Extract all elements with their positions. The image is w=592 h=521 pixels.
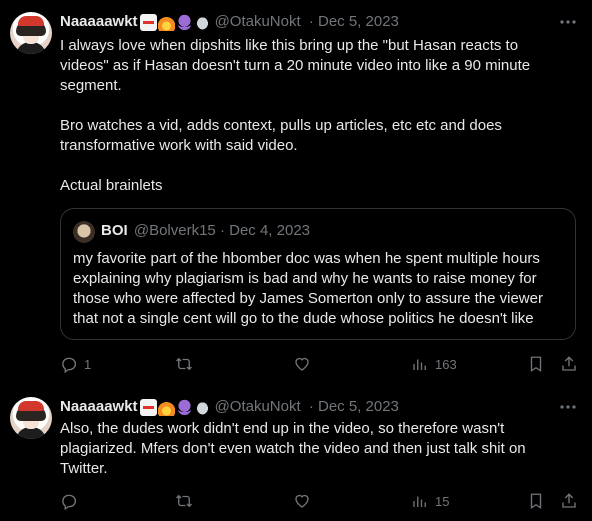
avatar[interactable] bbox=[10, 12, 52, 54]
quote-author-name: BOI bbox=[101, 222, 128, 239]
analytics-icon bbox=[413, 496, 426, 507]
quote-header: BOI @Bolverk15 · Dec 4, 2023 bbox=[101, 221, 310, 241]
share-icon bbox=[562, 493, 576, 508]
octopus-emoji bbox=[175, 13, 193, 31]
bookmark-icon bbox=[530, 356, 542, 373]
fire-emoji bbox=[157, 13, 175, 31]
like-button[interactable] bbox=[293, 353, 317, 375]
quote-text: my favorite part of the hbomber doc was … bbox=[73, 250, 543, 327]
reply-button[interactable]: 1 bbox=[60, 353, 91, 375]
avatar[interactable] bbox=[10, 397, 52, 439]
reply-button[interactable] bbox=[60, 490, 84, 512]
retweet-button[interactable] bbox=[175, 490, 199, 512]
ambulance-emoji bbox=[139, 13, 157, 31]
name-emojis bbox=[139, 13, 211, 31]
tweet-date[interactable]: Dec 5, 2023 bbox=[318, 13, 399, 30]
share-icon bbox=[562, 356, 576, 371]
author-handle[interactable]: @OtakuNokt bbox=[215, 13, 301, 30]
fire-emoji bbox=[157, 398, 175, 416]
dove-emoji bbox=[193, 398, 211, 416]
tweet-2[interactable]: Naaaaawkt @OtakuNokt · Dec 5, 2023 Also, … bbox=[0, 385, 592, 521]
views-button[interactable]: 15 bbox=[411, 490, 449, 512]
more-options-icon[interactable] bbox=[558, 12, 578, 32]
quoted-tweet[interactable]: BOI @Bolverk15 · Dec 4, 2023 my favorite… bbox=[60, 208, 576, 340]
heart-icon bbox=[295, 357, 309, 371]
retweet-icon bbox=[176, 494, 192, 508]
octopus-emoji bbox=[175, 398, 193, 416]
like-button[interactable] bbox=[293, 490, 317, 512]
dove-emoji bbox=[193, 13, 211, 31]
name-emojis bbox=[139, 398, 211, 416]
separator: · bbox=[308, 398, 314, 415]
author-handle[interactable]: @OtakuNokt bbox=[215, 398, 301, 415]
analytics-icon bbox=[413, 359, 426, 370]
tweet-date[interactable]: Dec 5, 2023 bbox=[318, 398, 399, 415]
retweet-icon bbox=[176, 357, 192, 371]
tweet-header: Naaaaawkt @OtakuNokt · Dec 5, 2023 bbox=[60, 12, 399, 32]
tweet-1[interactable]: Naaaaawkt @OtakuNokt · Dec 5, 2023 I alwa… bbox=[0, 0, 592, 385]
quote-avatar bbox=[73, 221, 95, 243]
views-button[interactable]: 163 bbox=[411, 353, 457, 375]
author-name[interactable]: Naaaaawkt bbox=[60, 13, 138, 30]
quote-date: Dec 4, 2023 bbox=[229, 222, 311, 239]
share-button[interactable] bbox=[560, 490, 578, 512]
tweet-header: Naaaaawkt @OtakuNokt · Dec 5, 2023 bbox=[60, 397, 399, 417]
ambulance-emoji bbox=[139, 398, 157, 416]
retweet-button[interactable] bbox=[175, 353, 199, 375]
heart-icon bbox=[295, 494, 309, 508]
author-name[interactable]: Naaaaawkt bbox=[60, 398, 138, 415]
quote-author-handle: @Bolverk15 bbox=[133, 222, 216, 239]
share-button[interactable] bbox=[560, 353, 578, 375]
view-count: 163 bbox=[435, 356, 457, 372]
bookmark-icon bbox=[530, 493, 542, 510]
tweet-text: Also, the dudes work didn't end up in th… bbox=[60, 420, 530, 477]
tweet-actions: 1 163 bbox=[60, 353, 580, 375]
tweet-actions: 15 bbox=[60, 490, 580, 512]
bookmark-button[interactable] bbox=[527, 490, 545, 512]
reply-icon bbox=[62, 494, 77, 510]
reply-count: 1 bbox=[84, 356, 92, 372]
more-options-icon[interactable] bbox=[558, 397, 578, 417]
bookmark-button[interactable] bbox=[527, 353, 545, 375]
view-count: 15 bbox=[435, 493, 450, 509]
separator: · bbox=[219, 222, 225, 239]
tweet-text: I always love when dipshits like this br… bbox=[60, 37, 531, 194]
reply-icon bbox=[62, 357, 77, 373]
separator: · bbox=[308, 13, 314, 30]
